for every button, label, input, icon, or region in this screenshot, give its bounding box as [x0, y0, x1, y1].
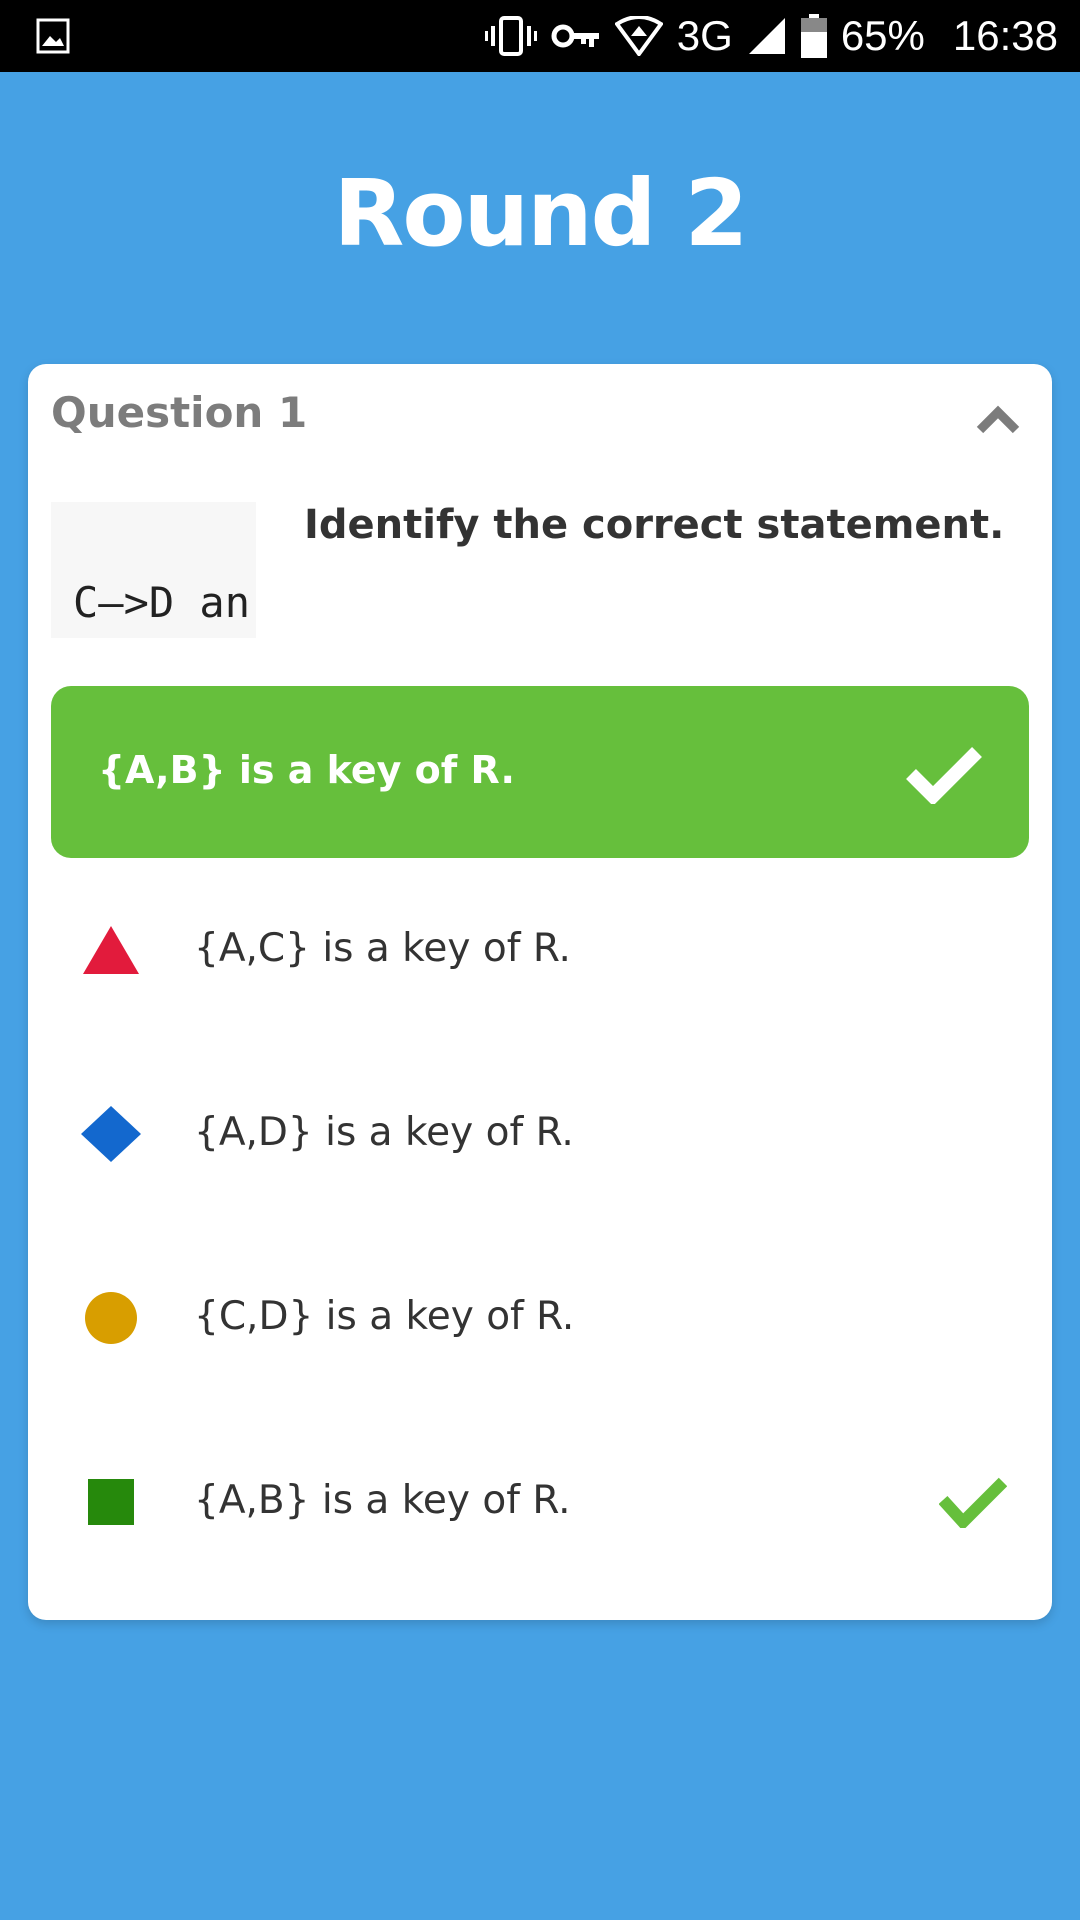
question-code-image: C–>D an	[51, 502, 256, 638]
answer-option-circle[interactable]: {C,D} is a key of R.	[51, 1268, 1029, 1368]
signal-icon	[747, 16, 787, 56]
option-text: {A,C} is a key of R.	[194, 926, 571, 971]
question-card: Question 1 C–>D an Identify the correct …	[28, 364, 1052, 1620]
option-text: {C,D} is a key of R.	[194, 1294, 575, 1339]
round-title: Round 2	[333, 160, 749, 267]
square-icon	[88, 1479, 134, 1525]
option-text: {A,D} is a key of R.	[194, 1110, 574, 1155]
chevron-up-icon	[976, 405, 1020, 434]
network-type: 3G	[676, 12, 733, 59]
vpn-key-icon	[551, 21, 601, 51]
clock: 16:38	[952, 12, 1058, 59]
check-icon	[906, 747, 982, 804]
image-icon	[36, 18, 70, 54]
vibrate-icon	[484, 16, 537, 56]
selected-answer-text: {A,B} is a key of R.	[98, 748, 515, 792]
option-text: {A,B} is a key of R.	[194, 1478, 571, 1523]
wifi-icon	[614, 16, 663, 56]
selected-answer-banner[interactable]: {A,B} is a key of R.	[51, 686, 1029, 858]
circle-icon	[85, 1292, 137, 1344]
answer-option-square[interactable]: {A,B} is a key of R.	[51, 1452, 1029, 1552]
answer-option-triangle[interactable]: {A,C} is a key of R.	[51, 900, 1029, 1000]
diamond-icon	[81, 1106, 141, 1162]
battery-icon	[800, 14, 827, 58]
collapse-button[interactable]	[974, 400, 1022, 440]
question-label: Question 1	[51, 388, 308, 437]
question-text: Identify the correct statement.	[304, 502, 1005, 548]
battery-percent: 65%	[840, 12, 925, 59]
code-snippet: C–>D an	[73, 578, 251, 627]
status-bar: 3G 65% 16:38	[0, 0, 1080, 72]
triangle-icon	[83, 926, 139, 974]
answer-option-diamond[interactable]: {A,D} is a key of R.	[51, 1084, 1029, 1184]
correct-check-icon	[939, 1477, 1007, 1528]
